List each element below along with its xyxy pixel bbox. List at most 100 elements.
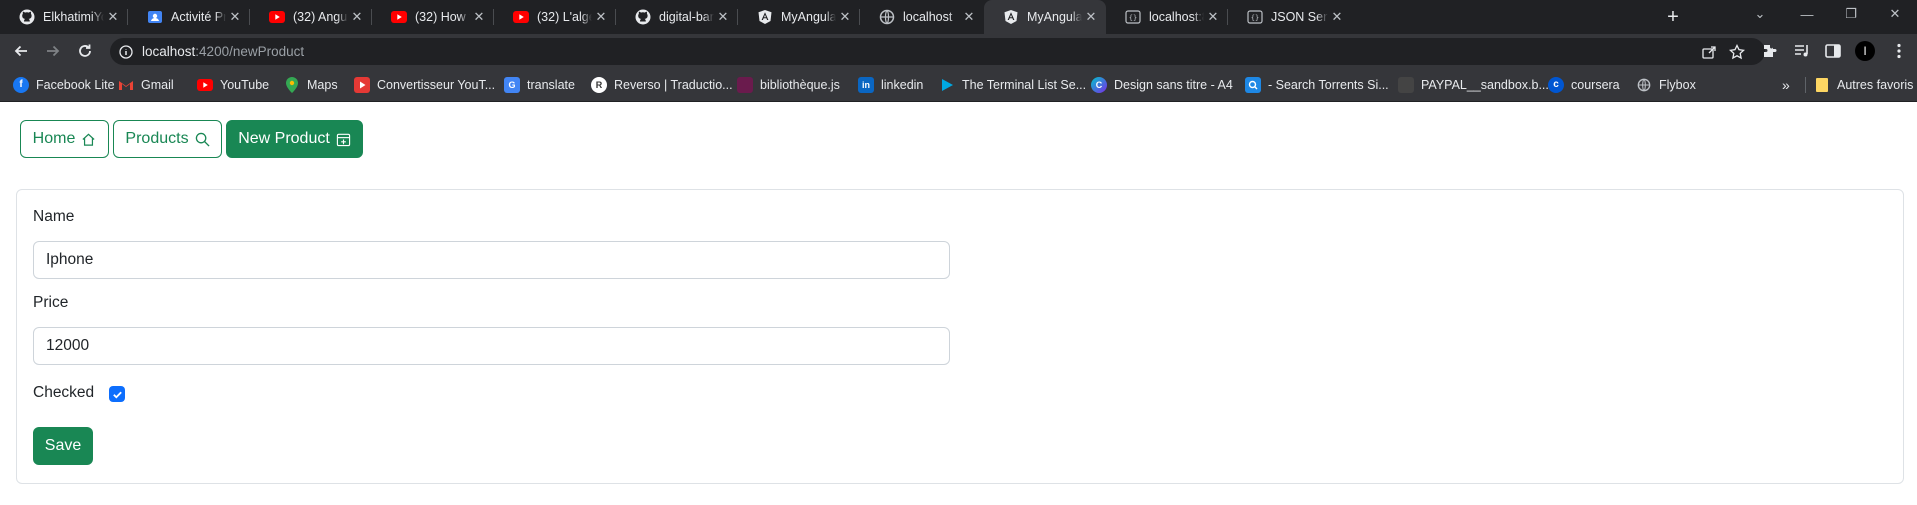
bookmark-maps[interactable]: Maps (284, 68, 338, 101)
tab-title: MyAngularApp (1027, 10, 1082, 24)
close-icon[interactable]: ✕ (226, 9, 244, 25)
reload-button[interactable] (72, 34, 98, 68)
github-icon (19, 9, 35, 25)
house-icon (82, 133, 95, 146)
other-bookmarks-folder[interactable]: Autres favoris (1814, 68, 1913, 101)
angular-icon (757, 9, 773, 25)
close-icon[interactable]: ✕ (960, 9, 978, 25)
extensions-icon[interactable] (1755, 34, 1783, 68)
json-icon: {} (1247, 9, 1263, 25)
site-info-icon[interactable] (118, 44, 134, 60)
bookmarks-bar: f Facebook Lite Gmail YouTube Maps Conver… (0, 68, 1917, 102)
bookmarks-overflow-button[interactable]: » (1782, 68, 1790, 101)
close-icon[interactable]: ✕ (592, 9, 610, 25)
tab-1[interactable]: ElkhatimiYoussef ✕ (0, 0, 128, 34)
products-button[interactable]: Products (113, 120, 222, 158)
facebook-icon: f (13, 76, 29, 93)
checked-checkbox[interactable] (109, 386, 125, 402)
tab-11[interactable]: {} JSON Server ✕ (1228, 0, 1352, 34)
tab-6[interactable]: digital-banking ✕ (616, 0, 738, 34)
tab-title: (32) L'algérino l (537, 10, 592, 24)
bookmark-flybox[interactable]: Flybox (1636, 68, 1696, 101)
bookmark-paypal-sandbox[interactable]: PAYPAL__sandbox.b... (1398, 68, 1549, 101)
minimize-button[interactable]: — (1785, 0, 1829, 28)
share-icon[interactable] (1696, 38, 1722, 65)
tab-title: Activité Pratique (171, 10, 226, 24)
bookmark-bibliotheque[interactable]: bibliothèque.js (737, 68, 840, 101)
bookmark-terminal-list[interactable]: The Terminal List Se... (939, 68, 1086, 101)
library-icon (737, 76, 753, 93)
tab-4[interactable]: (32) How to use ✕ (372, 0, 494, 34)
close-icon[interactable]: ✕ (348, 9, 366, 25)
name-label: Name (33, 208, 75, 225)
back-button[interactable] (8, 34, 34, 68)
tab-5[interactable]: (32) L'algérino l ✕ (494, 0, 616, 34)
address-bar[interactable]: localhost:4200/newProduct (110, 38, 1765, 65)
bookmark-facebook-lite[interactable]: f Facebook Lite (13, 68, 115, 101)
bookmark-search-torrents[interactable]: - Search Torrents Si... (1245, 68, 1389, 101)
divider (1805, 77, 1806, 93)
new-tab-button[interactable]: + (1657, 0, 1689, 34)
media-control-icon[interactable] (1788, 34, 1816, 68)
linkedin-icon: in (858, 76, 874, 93)
menu-icon[interactable] (1885, 34, 1913, 68)
profile-avatar[interactable]: I (1851, 34, 1879, 68)
close-window-button[interactable]: ✕ (1873, 0, 1917, 28)
close-icon[interactable]: ✕ (104, 9, 122, 25)
price-input[interactable] (33, 327, 950, 365)
arrow-left-icon (14, 45, 27, 57)
home-button-label: Home (32, 130, 76, 147)
tab-2[interactable]: Activité Pratique ✕ (128, 0, 250, 34)
bookmark-linkedin[interactable]: in linkedin (858, 68, 923, 101)
tab-title: digital-banking (659, 10, 714, 24)
globe-icon (879, 9, 895, 25)
close-icon[interactable]: ✕ (836, 9, 854, 25)
new-product-button-label: New Product (238, 130, 330, 147)
restore-button[interactable]: ❐ (1829, 0, 1873, 28)
new-product-button[interactable]: New Product (226, 120, 363, 158)
forward-button[interactable] (40, 34, 66, 68)
bookmark-coursera[interactable]: c coursera (1548, 68, 1620, 101)
tab-7[interactable]: MyAngularApp ✕ (738, 0, 860, 34)
tab-8[interactable]: localhost ✕ (860, 0, 984, 34)
bookmark-star-icon[interactable] (1724, 38, 1750, 65)
side-panel-icon[interactable] (1819, 34, 1847, 68)
tab-3[interactable]: (32) Angular Fra ✕ (250, 0, 372, 34)
youtube-icon (197, 77, 213, 93)
tab-title: ElkhatimiYoussef (43, 10, 104, 24)
checkmark-icon (112, 391, 122, 399)
checked-label: Checked (33, 384, 95, 401)
reload-icon (79, 44, 91, 57)
close-icon[interactable]: ✕ (1082, 9, 1100, 25)
close-icon[interactable]: ✕ (714, 9, 732, 25)
close-icon[interactable]: ✕ (470, 9, 488, 25)
bookmark-reverso[interactable]: R Reverso | Traductio... (591, 68, 733, 101)
classroom-icon (147, 9, 163, 25)
json-icon: {} (1125, 9, 1141, 25)
globe-icon (1636, 77, 1652, 93)
app-page: Home Products New Product Name Price Che… (0, 102, 1917, 505)
bookmark-gmail[interactable]: Gmail (118, 68, 174, 101)
search-icon (195, 132, 210, 147)
tab-title: JSON Server (1271, 10, 1328, 24)
bookmark-canva[interactable]: C Design sans titre - A4 (1091, 68, 1233, 101)
tab-search-icon[interactable]: ⌄ (1738, 0, 1782, 28)
new-product-form-card: Name Price Checked Save (16, 189, 1904, 484)
tab-10[interactable]: {} localhost:8089/ ✕ (1106, 0, 1228, 34)
prime-video-icon (939, 77, 955, 93)
home-button[interactable]: Home (20, 120, 109, 158)
close-icon[interactable]: ✕ (1328, 9, 1346, 25)
bookmark-translate[interactable]: Gtranslate (504, 68, 575, 101)
youtube-icon (391, 9, 407, 25)
name-input[interactable] (33, 241, 950, 279)
bookmark-youtube[interactable]: YouTube (197, 68, 269, 101)
save-button[interactable]: Save (33, 427, 93, 465)
close-icon[interactable]: ✕ (1204, 9, 1222, 25)
browser-toolbar: localhost:4200/newProduct I (0, 34, 1917, 68)
tab-9-active[interactable]: MyAngularApp ✕ (984, 0, 1106, 34)
translate-icon: G (504, 76, 520, 93)
tab-title: localhost (903, 10, 953, 24)
bookmark-convertisseur[interactable]: Convertisseur YouT... (354, 68, 495, 101)
avatar: I (1855, 41, 1875, 61)
paypal-icon (1398, 76, 1414, 93)
